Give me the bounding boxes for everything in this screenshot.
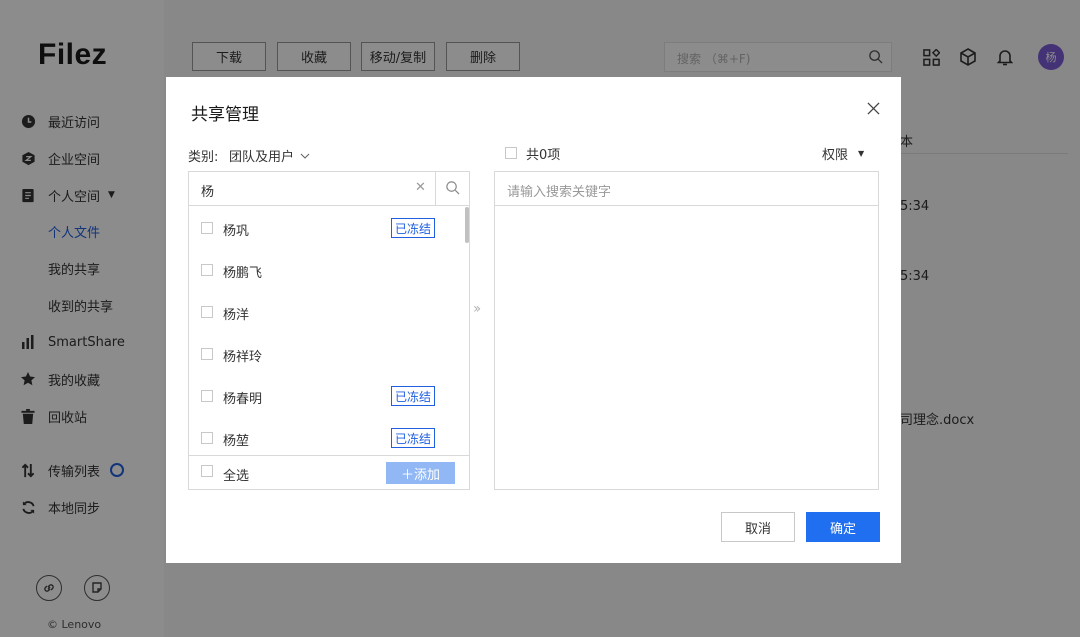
list-item[interactable]: 杨鹏飞 — [189, 249, 461, 291]
user-list-footer: 全选 ＋添加 — [189, 455, 469, 489]
user-checkbox[interactable] — [201, 432, 213, 444]
search-icon[interactable] — [445, 180, 460, 199]
scrollbar[interactable] — [465, 207, 469, 243]
list-item[interactable]: 杨祥玲 — [189, 333, 461, 375]
user-checkbox[interactable] — [201, 264, 213, 276]
permission-dropdown[interactable]: 权限 ▼ — [822, 144, 864, 163]
selected-users-panel: 请输入搜索关键字 — [494, 171, 879, 490]
list-item[interactable]: 杨巩 已冻结 — [189, 207, 461, 249]
share-management-dialog: 共享管理 类别: 团队及用户 杨 ✕ 杨巩 已冻结 杨鹏飞 杨洋 杨祥玲 杨春明… — [166, 77, 901, 563]
user-name: 杨堃 — [223, 434, 250, 449]
user-name: 杨洋 — [223, 308, 250, 323]
selected-all-checkbox[interactable] — [505, 147, 517, 159]
selected-count: 共0项 — [526, 148, 561, 163]
cancel-button[interactable]: 取消 — [721, 512, 795, 542]
list-item[interactable]: 杨春明 已冻结 — [189, 375, 461, 417]
selected-search-input[interactable]: 请输入搜索关键字 — [495, 172, 878, 206]
select-all-checkbox[interactable] — [201, 465, 213, 477]
user-name: 杨巩 — [223, 224, 250, 239]
frozen-badge: 已冻结 — [391, 428, 436, 448]
user-checkbox[interactable] — [201, 348, 213, 360]
transfer-arrow-icon: ›› — [473, 301, 481, 317]
user-search-field[interactable]: 杨 ✕ — [189, 172, 469, 206]
add-button[interactable]: ＋添加 — [386, 462, 455, 484]
frozen-badge: 已冻结 — [391, 218, 436, 238]
selected-search-placeholder: 请输入搜索关键字 — [507, 185, 612, 200]
user-name: 杨春明 — [223, 392, 263, 407]
divider — [435, 172, 436, 206]
select-all-label[interactable]: 全选 — [223, 465, 249, 484]
user-checkbox[interactable] — [201, 390, 213, 402]
list-item[interactable]: 杨洋 — [189, 291, 461, 333]
category-dropdown[interactable]: 团队及用户 — [229, 146, 310, 165]
frozen-badge: 已冻结 — [391, 386, 436, 406]
close-icon[interactable] — [864, 99, 882, 117]
user-checkbox[interactable] — [201, 222, 213, 234]
user-name: 杨祥玲 — [223, 350, 263, 365]
user-checkbox[interactable] — [201, 306, 213, 318]
user-name: 杨鹏飞 — [223, 266, 263, 281]
dialog-title: 共享管理 — [191, 105, 259, 125]
chevron-down-icon — [300, 148, 310, 163]
permission-label: 权限 — [822, 148, 849, 163]
clear-icon[interactable]: ✕ — [415, 180, 426, 195]
user-picker-panel: 杨 ✕ 杨巩 已冻结 杨鹏飞 杨洋 杨祥玲 杨春明 已冻结 杨堃 已冻结 全选 … — [188, 171, 470, 490]
category-value: 团队及用户 — [229, 150, 295, 165]
category-label: 类别: — [188, 150, 219, 165]
user-list: 杨巩 已冻结 杨鹏飞 杨洋 杨祥玲 杨春明 已冻结 杨堃 已冻结 — [189, 207, 469, 455]
user-search-value[interactable]: 杨 — [201, 181, 214, 200]
caret-down-icon: ▼ — [858, 149, 865, 158]
list-item[interactable]: 杨堃 已冻结 — [189, 417, 461, 455]
confirm-button[interactable]: 确定 — [806, 512, 880, 542]
